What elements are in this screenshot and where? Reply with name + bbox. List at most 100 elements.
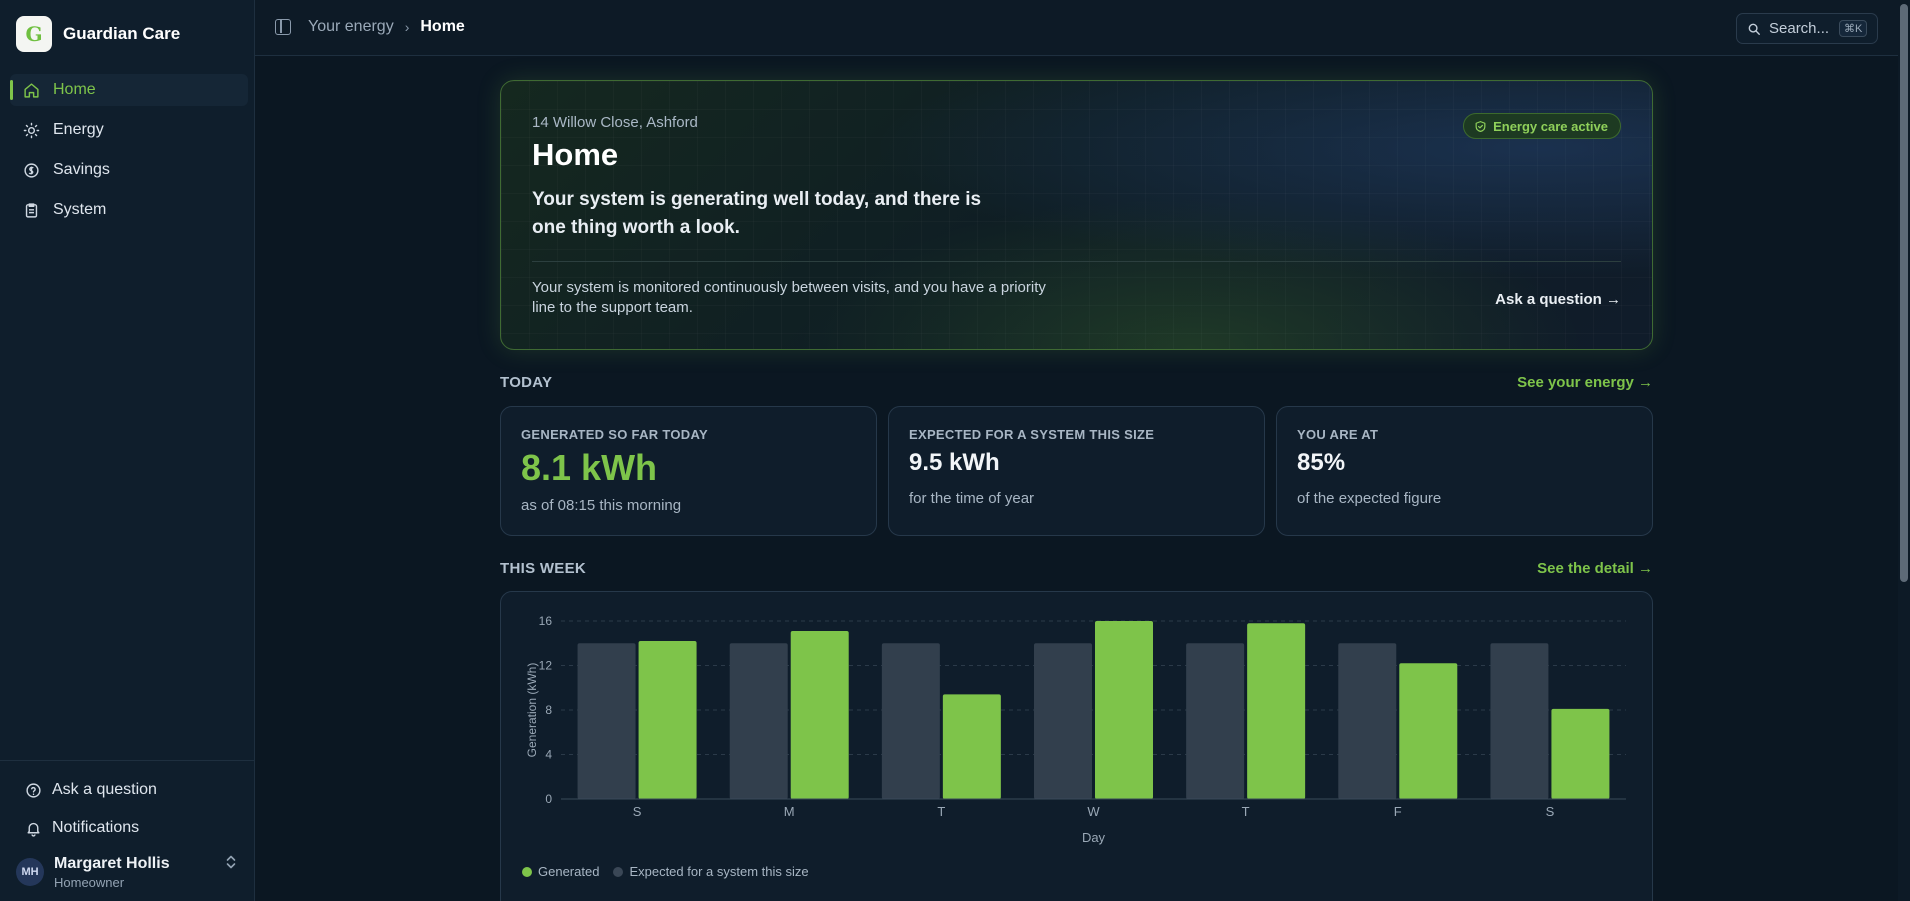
legend-item-generated: Generated xyxy=(522,864,599,879)
brand-logo-letter: G xyxy=(25,22,43,46)
topbar: Your energy › Home Search... ⌘K xyxy=(255,0,1898,56)
breadcrumb: Your energy › Home xyxy=(308,18,465,36)
section-heading-this-week: THIS WEEK xyxy=(500,560,587,577)
stat-label: GENERATED SO FAR TODAY xyxy=(521,427,708,442)
ask-question-label: Ask a question xyxy=(52,781,157,798)
search-shortcut: ⌘K xyxy=(1839,20,1868,37)
main-content: 14 Willow Close, Ashford Home Your syste… xyxy=(255,56,1898,901)
chevron-up-down-icon[interactable] xyxy=(225,854,237,873)
sidebar: G Guardian Care Home Energy Savings Syst… xyxy=(0,0,255,901)
bar-generated xyxy=(1399,663,1458,799)
ask-question-link[interactable]: Ask a question xyxy=(0,771,255,809)
hero-note: Your system is monitored continuously be… xyxy=(532,279,1046,316)
bar-expected xyxy=(881,643,940,799)
coin-icon xyxy=(22,161,40,179)
brand[interactable]: G Guardian Care xyxy=(16,16,180,52)
sidebar-item-savings[interactable]: Savings xyxy=(10,154,248,186)
bar-expected xyxy=(1034,643,1092,799)
clipboard-icon xyxy=(22,201,40,219)
hero-card: 14 Willow Close, Ashford Home Your syste… xyxy=(500,80,1653,350)
search-label: Search... xyxy=(1769,20,1830,37)
legend-swatch xyxy=(522,866,532,877)
x-axis-label: Day xyxy=(1082,830,1106,845)
x-tick-label: M xyxy=(784,804,795,819)
y-tick-label: 12 xyxy=(539,659,553,673)
legend-item-expected: Expected for a system this size xyxy=(613,864,809,879)
sun-icon xyxy=(22,121,40,139)
sidebar-item-home[interactable]: Home xyxy=(10,74,248,106)
stat-card-expected: EXPECTED FOR A SYSTEM THIS SIZE 9.5 kWh … xyxy=(888,406,1265,536)
shield-check-icon xyxy=(1474,120,1487,133)
user-role: Homeowner xyxy=(54,874,125,890)
chart-legend: Generated Expected for a system this siz… xyxy=(522,864,823,879)
legend-swatch xyxy=(613,866,624,877)
notifications-label: Notifications xyxy=(52,819,140,836)
y-axis-label: Generation (kWh) xyxy=(525,663,539,758)
bar-generated xyxy=(1551,708,1610,799)
avatar: MH xyxy=(16,858,44,886)
user-info: Margaret Hollis Homeowner xyxy=(54,855,170,890)
scrollbar[interactable] xyxy=(1898,0,1910,901)
stat-value: 85% xyxy=(1297,449,1346,476)
bar-expected xyxy=(729,643,788,799)
sidebar-nav: Home Energy Savings System xyxy=(10,74,248,234)
bar-expected xyxy=(577,643,636,799)
stat-sub: of the expected figure xyxy=(1297,490,1442,507)
status-badge: Energy care active xyxy=(1463,113,1621,139)
user-name: Margaret Hollis xyxy=(54,854,170,872)
bar-generated xyxy=(1095,621,1153,799)
x-tick-label: T xyxy=(937,804,945,819)
brand-logo: G xyxy=(16,16,52,52)
bar-expected xyxy=(1490,643,1549,799)
sidebar-item-label: Savings xyxy=(53,161,110,178)
legend-label: Expected for a system this size xyxy=(629,864,809,879)
stat-card-percentage: YOU ARE AT 85% of the expected figure xyxy=(1276,406,1653,536)
stat-label: YOU ARE AT xyxy=(1297,427,1379,442)
scrollbar-thumb[interactable] xyxy=(1900,4,1908,582)
stat-label: EXPECTED FOR A SYSTEM THIS SIZE xyxy=(909,427,1155,442)
user-menu[interactable]: MH Margaret Hollis Homeowner xyxy=(0,847,255,897)
search-button[interactable]: Search... ⌘K xyxy=(1736,13,1878,44)
y-tick-label: 16 xyxy=(539,614,553,628)
stat-sub: as of 08:15 this morning xyxy=(521,497,682,514)
brand-name: Guardian Care xyxy=(63,24,181,43)
help-circle-icon xyxy=(24,781,42,799)
x-tick-label: S xyxy=(1546,804,1555,819)
sidebar-item-label: Home xyxy=(53,81,96,98)
sidebar-item-energy[interactable]: Energy xyxy=(10,114,248,146)
ask-question-button[interactable]: Ask a question → xyxy=(1495,291,1621,308)
y-tick-label: 0 xyxy=(545,792,552,806)
sidebar-item-label: System xyxy=(53,201,107,218)
page-title: Home xyxy=(532,137,619,172)
hero-lead: Your system is generating well today, an… xyxy=(532,189,982,238)
bar-expected xyxy=(1338,643,1397,799)
sidebar-footer: Ask a question Notifications MH Margaret… xyxy=(0,760,255,897)
bell-icon xyxy=(24,819,42,837)
bar-generated xyxy=(638,641,697,799)
bar-generated xyxy=(790,631,849,799)
bar-expected xyxy=(1186,643,1245,799)
chart-svg: 0 4 8 12 16 S M T W T F S Day Generation (kWh) xyxy=(525,614,1626,845)
sidebar-item-label: Energy xyxy=(53,121,104,138)
section-heading-today: TODAY xyxy=(500,374,553,391)
home-icon xyxy=(22,81,40,99)
stat-sub: for the time of year xyxy=(909,490,1035,507)
weekly-generation-chart: 0 4 8 12 16 S M T W T F S Day Generation (kWh) Genera… xyxy=(500,591,1653,901)
notifications-link[interactable]: Notifications xyxy=(0,809,255,847)
search-icon xyxy=(1747,22,1761,36)
breadcrumb-current: Home xyxy=(420,18,465,35)
sidebar-toggle-icon[interactable] xyxy=(275,19,291,35)
sidebar-item-system[interactable]: System xyxy=(10,194,248,226)
see-your-energy-link[interactable]: See your energy → xyxy=(1517,374,1653,391)
breadcrumb-your-energy[interactable]: Your energy xyxy=(308,18,394,36)
stat-value: 9.5 kWh xyxy=(909,449,1000,476)
x-tick-label: S xyxy=(633,804,642,819)
stat-value: 8.1 kWh xyxy=(521,447,658,488)
bar-generated xyxy=(942,694,1001,799)
bar-generated xyxy=(1247,623,1306,799)
y-tick-label: 8 xyxy=(545,703,552,717)
see-the-detail-link[interactable]: See the detail → xyxy=(1537,560,1653,577)
hero-address: 14 Willow Close, Ashford xyxy=(532,114,698,131)
x-tick-label: T xyxy=(1242,804,1250,819)
x-tick-label: W xyxy=(1087,804,1100,819)
